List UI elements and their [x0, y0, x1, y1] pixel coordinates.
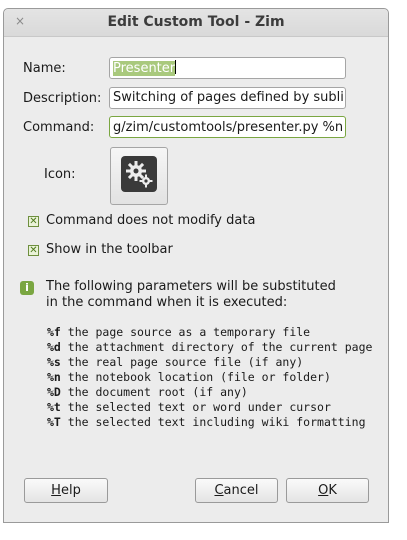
toolbar-label[interactable]: Show in the toolbar	[46, 242, 173, 257]
info-icon: i	[20, 281, 34, 295]
info-text-line2: in the command when it is executed:	[46, 295, 288, 310]
text-cursor	[175, 60, 177, 74]
dialog-window: × Edit Custom Tool - Zim Name: Presenter…	[3, 8, 389, 523]
name-label: Name:	[23, 61, 66, 76]
param-row: %t the selected text or word under curso…	[47, 400, 331, 414]
icon-label: Icon:	[44, 167, 76, 182]
param-row: %s the real page source file (if any)	[47, 355, 304, 369]
cancel-button[interactable]: Cancel	[195, 478, 278, 503]
name-field-value: Presenter	[113, 61, 176, 76]
icon-chooser-button[interactable]	[110, 147, 168, 205]
param-row: %n the notebook location (file or folder…	[47, 370, 331, 384]
command-field-value: g/zim/customtools/presenter.py %n %d	[113, 120, 346, 135]
param-row: %T the selected text including wiki form…	[47, 415, 366, 429]
param-row: %D the document root (if any)	[47, 385, 248, 399]
gear-icon	[121, 156, 157, 192]
command-label: Command:	[23, 120, 95, 135]
ok-button[interactable]: OK	[286, 478, 369, 503]
param-row: %d the attachment directory of the curre…	[47, 340, 373, 354]
modify-data-label[interactable]: Command does not modify data	[46, 213, 255, 228]
help-button[interactable]: Help	[24, 478, 108, 503]
modify-data-checkbox[interactable]: ✕	[28, 216, 39, 227]
window-title: Edit Custom Tool - Zim	[107, 14, 285, 30]
toolbar-checkbox[interactable]: ✕	[28, 245, 39, 256]
title-bar[interactable]: × Edit Custom Tool - Zim	[4, 9, 388, 37]
description-field-value: Switching of pages defined by sublink	[113, 90, 346, 105]
command-field[interactable]: g/zim/customtools/presenter.py %n %d	[109, 116, 346, 138]
param-row: %f the page source as a temporary file	[47, 325, 311, 339]
description-field[interactable]: Switching of pages defined by sublink	[109, 87, 346, 109]
description-label: Description:	[23, 91, 102, 106]
info-text-line1: The following parameters will be substit…	[46, 279, 336, 294]
name-field[interactable]: Presenter	[109, 57, 346, 79]
